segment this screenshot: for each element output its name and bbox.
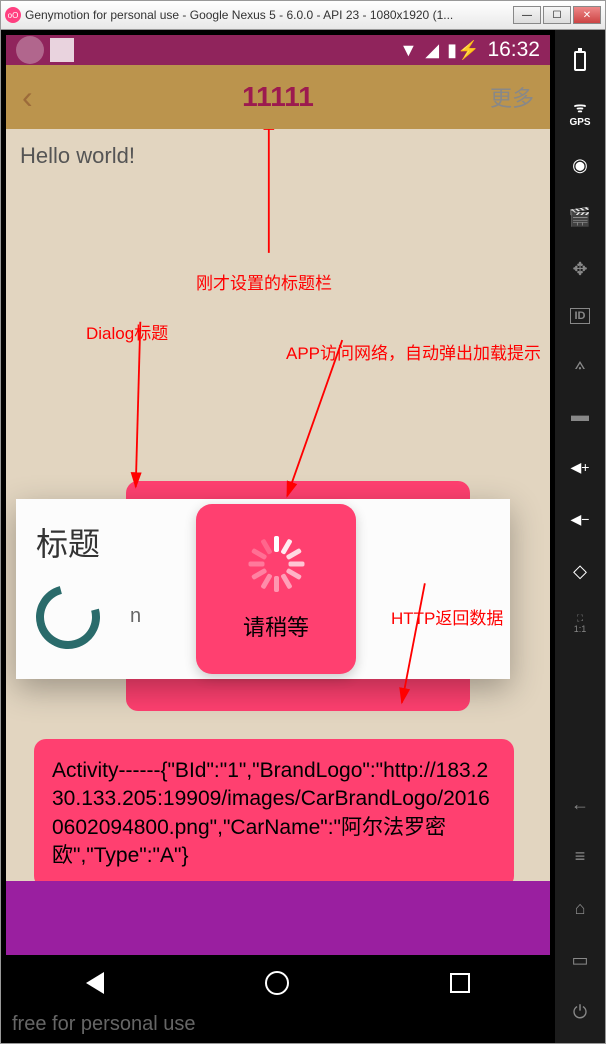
genymotion-sidebar: ᯤ GPS ◉ 🎬 ✥ ID ⟑ ▬ ◀+ ◀− ◇ ⛶ 1:1 ← ≡ ⌂ ▭… (555, 30, 605, 1043)
notification-icon (16, 36, 44, 64)
loading-overlay: 请稍等 (196, 504, 356, 674)
rss-icon[interactable]: ⟑ (567, 350, 593, 376)
signal-icon: ◢ (425, 40, 439, 61)
window-controls: — ☐ ✕ (513, 6, 601, 24)
gps-icon[interactable]: ᯤ GPS (567, 100, 593, 126)
video-icon[interactable]: 🎬 (567, 204, 593, 230)
volume-down-icon[interactable]: ◀− (567, 506, 593, 532)
nav-home-icon[interactable] (265, 971, 289, 995)
dialog-title: 标题 (36, 519, 100, 565)
camera-icon[interactable]: ◉ (567, 152, 593, 178)
wifi-icon: ▼ (399, 40, 417, 61)
close-button[interactable]: ✕ (573, 6, 601, 24)
loading-spinner-icon (248, 536, 304, 592)
device-view: ▼ ◢ ▮⚡ 16:32 ‹ 11111 更多 Hello world! (1, 30, 555, 1043)
loading-text: 请稍等 (243, 610, 309, 642)
watermark: free for personal use (6, 1011, 550, 1038)
hello-label: Hello world! (16, 139, 540, 173)
dialog-cutoff-text: n (130, 605, 141, 628)
battery-charging-icon: ▮⚡ (447, 40, 479, 61)
id-icon[interactable]: ID (570, 308, 590, 324)
android-status-bar: ▼ ◢ ▮⚡ 16:32 (6, 35, 550, 65)
more-button[interactable]: 更多 (490, 81, 534, 113)
recent-icon[interactable]: ▭ (567, 947, 593, 973)
android-nav-bar (6, 955, 550, 1011)
battery-icon[interactable] (567, 48, 593, 74)
minimize-button[interactable]: — (513, 6, 541, 24)
app-header: ‹ 11111 更多 (6, 65, 550, 129)
nav-recent-icon[interactable] (450, 973, 470, 993)
app-icon: oO (5, 7, 21, 23)
home-icon[interactable]: ⌂ (567, 895, 593, 921)
http-response-box: Activity------{"BId":"1","BrandLogo":"ht… (34, 739, 514, 888)
page-title: 11111 (242, 81, 314, 113)
clock: 16:32 (487, 38, 540, 62)
annotation-title: 刚才设置的标题栏 (196, 269, 332, 294)
rotate-icon[interactable]: ◇ (567, 558, 593, 584)
annotation-dialog: Dialog标题 (86, 319, 168, 344)
move-icon[interactable]: ✥ (567, 256, 593, 282)
power-icon[interactable]: ⏻ (567, 999, 593, 1025)
menu-icon[interactable]: ≡ (567, 843, 593, 869)
back-icon[interactable]: ‹ (22, 79, 33, 116)
ratio-icon[interactable]: ⛶ 1:1 (567, 610, 593, 636)
back-icon[interactable]: ← (567, 791, 593, 817)
bottom-bar (6, 881, 550, 955)
window-titlebar: oO Genymotion for personal use - Google … (0, 0, 606, 30)
progress-spinner-icon (24, 573, 111, 660)
window-title: Genymotion for personal use - Google Nex… (25, 8, 513, 22)
volume-up-icon[interactable]: ◀+ (567, 454, 593, 480)
maximize-button[interactable]: ☐ (543, 6, 571, 24)
nav-back-icon[interactable] (86, 972, 104, 994)
device-screen: ▼ ◢ ▮⚡ 16:32 ‹ 11111 更多 Hello world! (6, 35, 550, 1011)
notification-icon (50, 38, 74, 62)
message-icon[interactable]: ▬ (567, 402, 593, 428)
content-area: Hello world! 标题 n (6, 129, 550, 955)
annotation-loading: APP访问网络，自动弹出加载提示 (286, 339, 541, 364)
